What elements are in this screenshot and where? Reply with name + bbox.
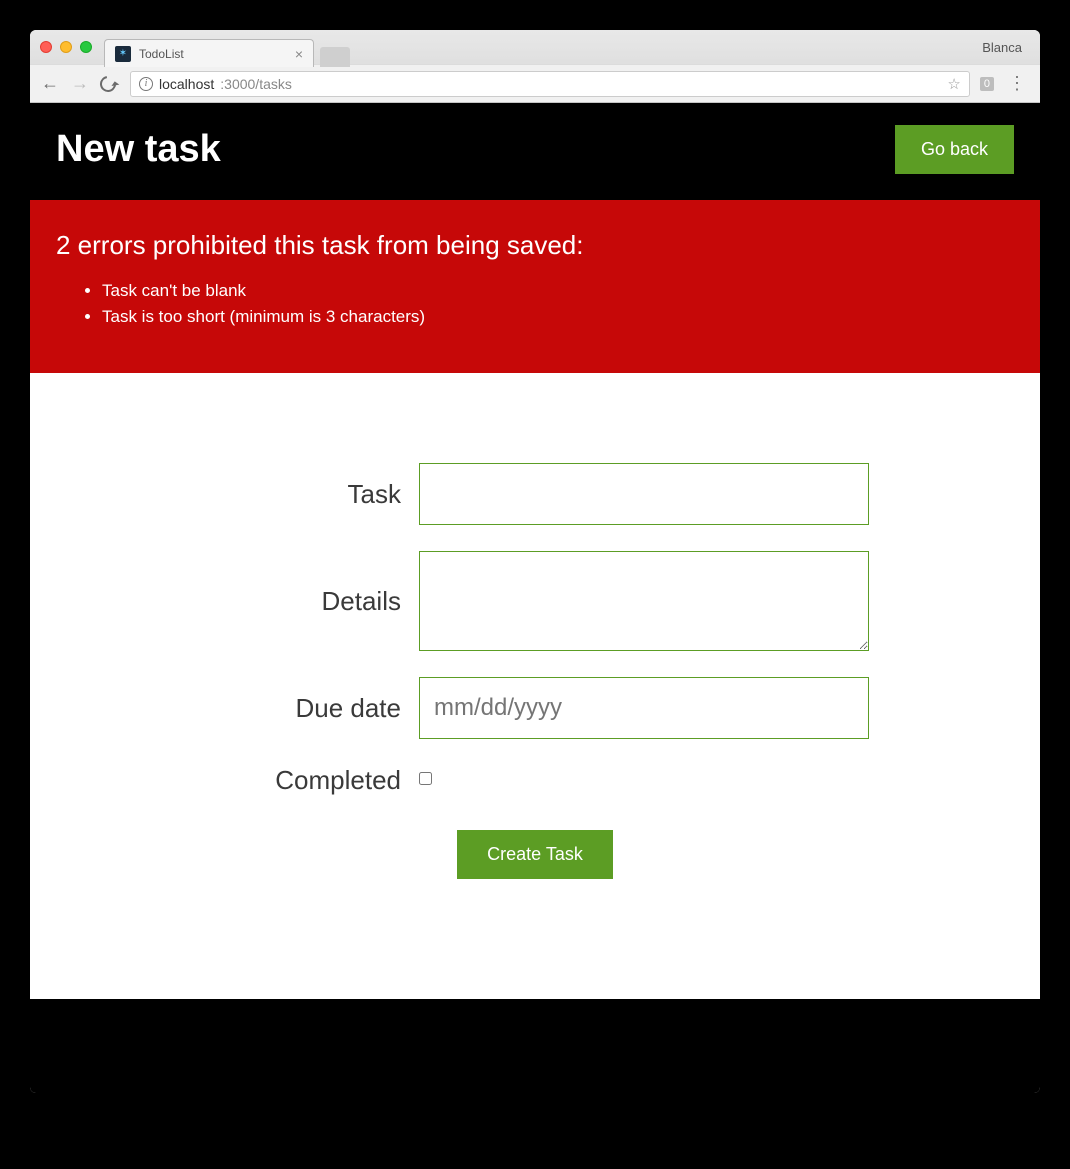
due-date-input[interactable] bbox=[419, 677, 869, 739]
completed-checkbox[interactable] bbox=[419, 772, 432, 785]
bookmark-icon[interactable]: ☆ bbox=[947, 75, 960, 93]
browser-window: ✶ TodoList × Blanca ← → i localhost :3000… bbox=[30, 30, 1040, 1093]
details-label: Details bbox=[201, 586, 401, 617]
url-host: localhost bbox=[159, 76, 214, 92]
details-textarea[interactable] bbox=[419, 551, 869, 651]
create-task-button[interactable]: Create Task bbox=[457, 830, 613, 879]
profile-name[interactable]: Blanca bbox=[982, 40, 1030, 55]
address-bar[interactable]: i localhost :3000/tasks ☆ bbox=[130, 71, 970, 97]
error-item: Task can't be blank bbox=[102, 281, 1014, 301]
error-title: 2 errors prohibited this task from being… bbox=[56, 230, 1014, 261]
page-header: New task Go back bbox=[30, 103, 1040, 200]
task-input[interactable] bbox=[419, 463, 869, 525]
extension-badge[interactable]: 0 bbox=[980, 77, 994, 91]
go-back-button[interactable]: Go back bbox=[895, 125, 1014, 174]
favicon-icon: ✶ bbox=[115, 46, 131, 62]
browser-menu-icon[interactable]: ⋮ bbox=[1004, 73, 1030, 94]
back-button-icon[interactable]: ← bbox=[40, 73, 60, 94]
address-actions: ☆ bbox=[947, 75, 960, 93]
maximize-window-icon[interactable] bbox=[80, 41, 92, 53]
browser-chrome: ✶ TodoList × Blanca ← → i localhost :3000… bbox=[30, 30, 1040, 103]
error-panel: 2 errors prohibited this task from being… bbox=[30, 200, 1040, 373]
tab-row: ✶ TodoList × Blanca bbox=[30, 30, 1040, 64]
new-tab-button[interactable] bbox=[320, 47, 350, 67]
field-row-details: Details bbox=[30, 551, 1040, 651]
minimize-window-icon[interactable] bbox=[60, 41, 72, 53]
field-row-completed: Completed bbox=[30, 765, 1040, 796]
submit-row: Create Task bbox=[30, 830, 1040, 879]
forward-button-icon: → bbox=[70, 73, 90, 94]
completed-label: Completed bbox=[201, 765, 401, 796]
field-row-due-date: Due date bbox=[30, 677, 1040, 739]
task-form: Task Details Due date Completed Create T… bbox=[30, 373, 1040, 999]
tab-close-icon[interactable]: × bbox=[295, 47, 303, 61]
error-item: Task is too short (minimum is 3 characte… bbox=[102, 307, 1014, 327]
reload-button-icon[interactable] bbox=[100, 76, 120, 92]
window-controls bbox=[40, 41, 92, 53]
site-info-icon[interactable]: i bbox=[139, 77, 153, 91]
due-date-label: Due date bbox=[201, 693, 401, 724]
page-body: New task Go back 2 errors prohibited thi… bbox=[30, 103, 1040, 1093]
url-path: :3000/tasks bbox=[220, 76, 292, 92]
tab-title: TodoList bbox=[139, 47, 287, 61]
address-row: ← → i localhost :3000/tasks ☆ 0 ⋮ bbox=[30, 64, 1040, 102]
close-window-icon[interactable] bbox=[40, 41, 52, 53]
error-list: Task can't be blank Task is too short (m… bbox=[56, 281, 1014, 327]
page-title: New task bbox=[56, 128, 221, 171]
task-label: Task bbox=[201, 479, 401, 510]
field-row-task: Task bbox=[30, 463, 1040, 525]
browser-tab[interactable]: ✶ TodoList × bbox=[104, 39, 314, 67]
